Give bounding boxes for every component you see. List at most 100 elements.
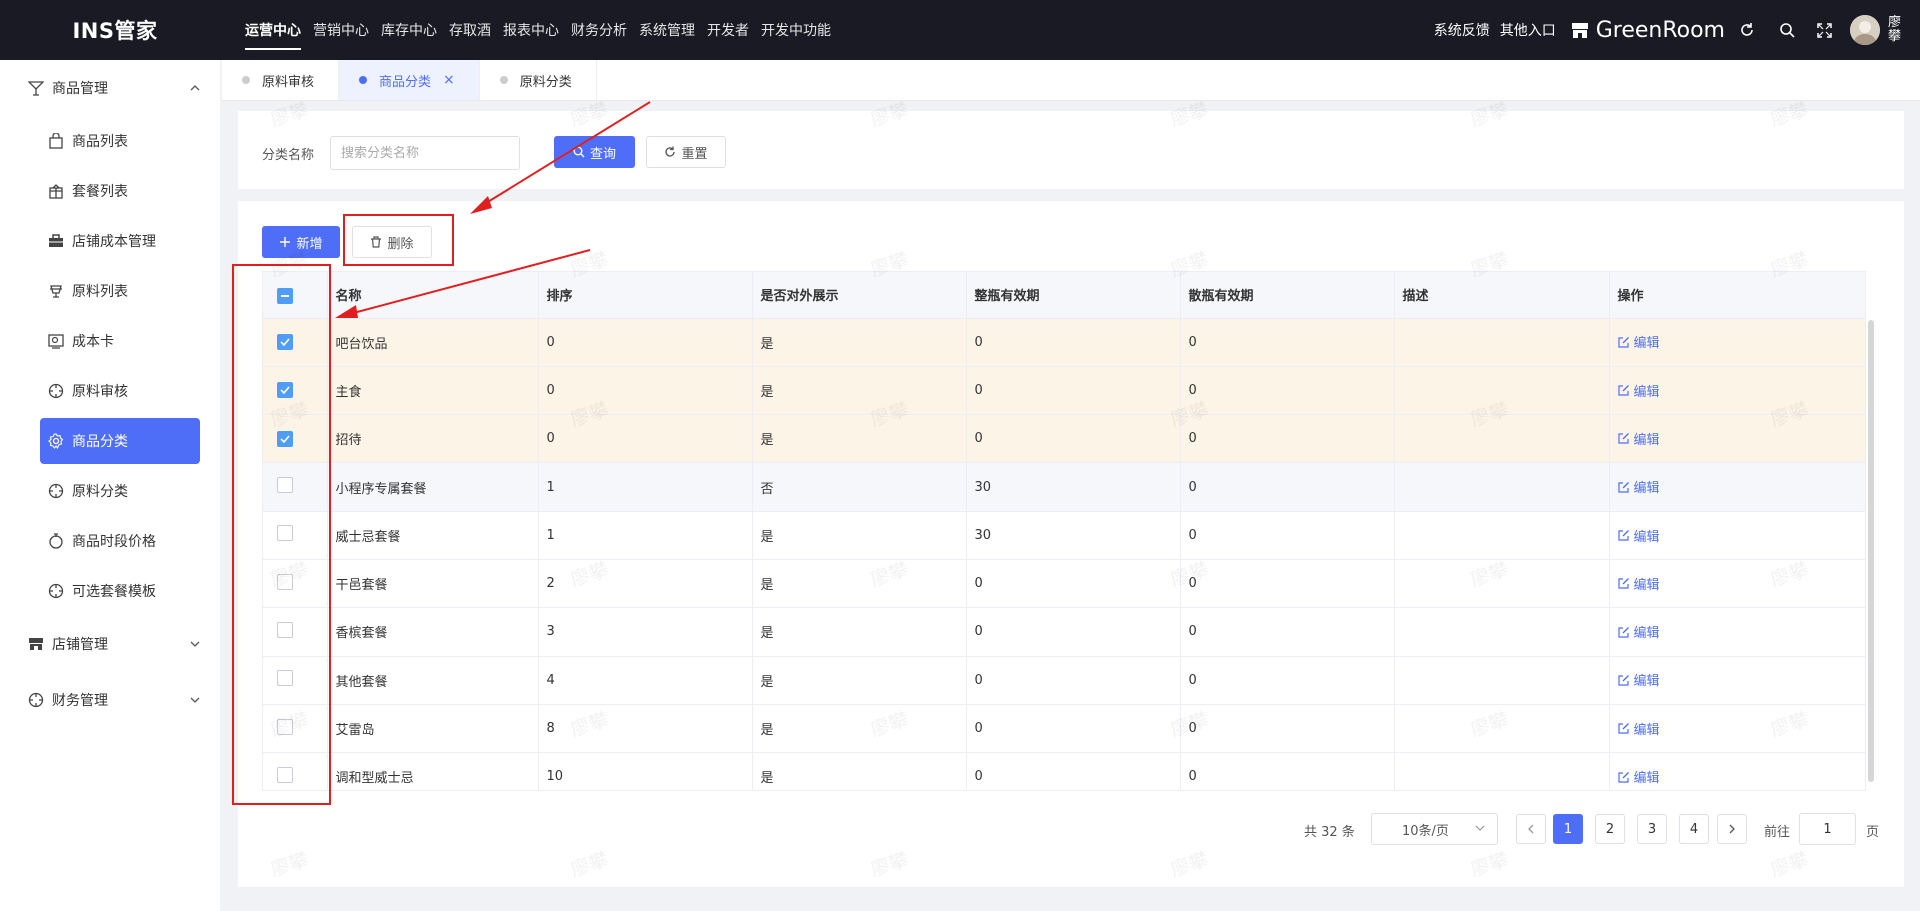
table-scrollbar[interactable] — [1868, 320, 1874, 782]
sidebar-item-material-category[interactable]: 原料分类 — [0, 466, 220, 516]
refresh-icon[interactable] — [1739, 22, 1755, 38]
user-name[interactable]: 廖攀 — [1888, 16, 1902, 44]
query-button[interactable]: 查询 — [554, 136, 635, 168]
prev-page-button[interactable] — [1516, 814, 1546, 844]
nav-inventory[interactable]: 库存中心 — [381, 0, 437, 60]
edit-button[interactable]: 编辑 — [1617, 526, 1660, 545]
edit-button[interactable]: 编辑 — [1617, 719, 1660, 738]
cell-name: 调和型威士忌 — [327, 752, 539, 790]
row-checkbox[interactable] — [277, 718, 293, 735]
delete-button[interactable]: 删除 — [352, 226, 432, 258]
row-checkbox[interactable] — [277, 766, 293, 783]
store-switcher[interactable]: GreenRoom — [1570, 18, 1725, 43]
sidebar-item-store-cost[interactable]: 店铺成本管理 — [0, 216, 220, 266]
sidebar-item-product-list[interactable]: 商品列表 — [0, 116, 220, 166]
table-row: 吧台饮品 0 是 0 0 编辑 — [263, 318, 1865, 367]
nav-finance[interactable]: 财务分析 — [571, 0, 627, 60]
row-checkbox[interactable] — [277, 430, 293, 447]
tab-material-review[interactable]: 原料审核 — [222, 60, 340, 100]
row-checkbox[interactable] — [277, 477, 293, 494]
page-unit-label: 页 — [1866, 825, 1880, 840]
cell-actions: 编辑 — [1609, 511, 1865, 560]
sidebar-item-product-category[interactable]: 商品分类 — [40, 418, 200, 464]
page-4-button[interactable]: 4 — [1679, 814, 1709, 844]
col-header-whole-expiry[interactable]: 整瓶有效期 — [966, 272, 1181, 319]
cell-loose-expiry: 0 — [1180, 607, 1395, 657]
row-checkbox[interactable] — [277, 382, 293, 399]
avatar[interactable] — [1850, 15, 1880, 45]
nav-wine-storage[interactable]: 存取酒 — [449, 0, 491, 60]
crosshair-icon — [48, 383, 64, 399]
app-logo[interactable]: INS管家 — [0, 15, 230, 45]
add-button[interactable]: 新增 — [262, 226, 340, 258]
store-name: GreenRoom — [1595, 17, 1725, 43]
edit-button[interactable]: 编辑 — [1617, 429, 1660, 448]
col-header-name[interactable]: 名称 — [327, 272, 539, 319]
trash-icon — [370, 236, 382, 248]
top-header: INS管家 运营中心 营销中心 库存中心 存取酒 报表中心 财务分析 系统管理 … — [0, 0, 1920, 60]
fullscreen-icon[interactable] — [1817, 22, 1832, 38]
close-icon[interactable]: × — [443, 72, 455, 88]
select-all-checkbox[interactable] — [277, 287, 293, 304]
sidebar-item-cost-card[interactable]: 成本卡 — [0, 316, 220, 366]
page-size-select[interactable]: 10条/页 — [1371, 813, 1498, 845]
nav-system[interactable]: 系统管理 — [639, 0, 695, 60]
cell-sort: 0 — [538, 318, 753, 367]
sidebar-item-label: 原料列表 — [72, 284, 128, 300]
edit-button[interactable]: 编辑 — [1617, 622, 1660, 641]
goto-page-input[interactable] — [1799, 813, 1856, 845]
page-size-value: 10条/页 — [1402, 823, 1449, 839]
cell-description — [1394, 318, 1610, 367]
sidebar-group-store-management[interactable]: 店铺管理 — [0, 616, 220, 672]
cell-description — [1394, 511, 1610, 560]
gift-icon — [48, 183, 64, 199]
tab-label: 原料审核 — [262, 74, 315, 90]
edit-button[interactable]: 编辑 — [1617, 381, 1660, 400]
cell-description — [1394, 607, 1610, 657]
reset-button[interactable]: 重置 — [646, 136, 726, 168]
col-header-description[interactable]: 描述 — [1394, 272, 1610, 319]
sidebar-item-combo-template[interactable]: 可选套餐模板 — [0, 566, 220, 616]
col-header-sort[interactable]: 排序 — [538, 272, 753, 319]
edit-button[interactable]: 编辑 — [1617, 574, 1660, 593]
next-page-button[interactable] — [1717, 814, 1747, 844]
sidebar-item-material-list[interactable]: 原料列表 — [0, 266, 220, 316]
nav-marketing[interactable]: 营销中心 — [313, 0, 369, 60]
tab-material-category[interactable]: 原料分类 — [480, 60, 597, 100]
row-checkbox[interactable] — [277, 573, 293, 590]
edit-icon — [1617, 481, 1630, 493]
page-3-button[interactable]: 3 — [1637, 814, 1667, 844]
col-header-show[interactable]: 是否对外展示 — [752, 272, 967, 319]
page-2-button[interactable]: 2 — [1595, 814, 1625, 844]
row-checkbox[interactable] — [277, 621, 293, 638]
sidebar-group-finance-management[interactable]: 财务管理 — [0, 672, 220, 728]
edit-button[interactable]: 编辑 — [1617, 477, 1660, 496]
search-icon[interactable] — [1779, 22, 1795, 38]
edit-button[interactable]: 编辑 — [1617, 767, 1660, 786]
nav-reports[interactable]: 报表中心 — [503, 0, 559, 60]
cell-actions: 编辑 — [1609, 704, 1865, 754]
cell-sort: 10 — [538, 752, 753, 790]
sidebar-item-combo-list[interactable]: 套餐列表 — [0, 166, 220, 216]
feedback-link[interactable]: 系统反馈 — [1434, 20, 1490, 40]
tab-product-category[interactable]: 商品分类 × — [339, 60, 480, 100]
cell-description — [1394, 704, 1610, 754]
other-entry-link[interactable]: 其他入口 — [1500, 20, 1556, 40]
edit-button[interactable]: 编辑 — [1617, 670, 1660, 690]
nav-ops-center[interactable]: 运营中心 — [245, 0, 301, 60]
row-checkbox[interactable] — [277, 525, 293, 542]
nav-in-development[interactable]: 开发中功能 — [761, 0, 831, 60]
row-checkbox[interactable] — [277, 334, 293, 351]
cell-loose-expiry: 0 — [1180, 414, 1395, 464]
sidebar-group-product-management[interactable]: 商品管理 — [0, 60, 220, 116]
category-search-input[interactable] — [330, 136, 520, 170]
page-1-button[interactable]: 1 — [1553, 814, 1583, 844]
add-button-label: 新增 — [296, 236, 323, 252]
sidebar-item-material-review[interactable]: 原料审核 — [0, 366, 220, 416]
row-checkbox[interactable] — [277, 670, 293, 687]
edit-button[interactable]: 编辑 — [1617, 332, 1660, 351]
col-header-loose-expiry[interactable]: 散瓶有效期 — [1180, 272, 1395, 319]
sidebar-item-time-price[interactable]: 商品时段价格 — [0, 516, 220, 566]
edit-label: 编辑 — [1633, 674, 1660, 690]
nav-developer[interactable]: 开发者 — [707, 0, 749, 60]
